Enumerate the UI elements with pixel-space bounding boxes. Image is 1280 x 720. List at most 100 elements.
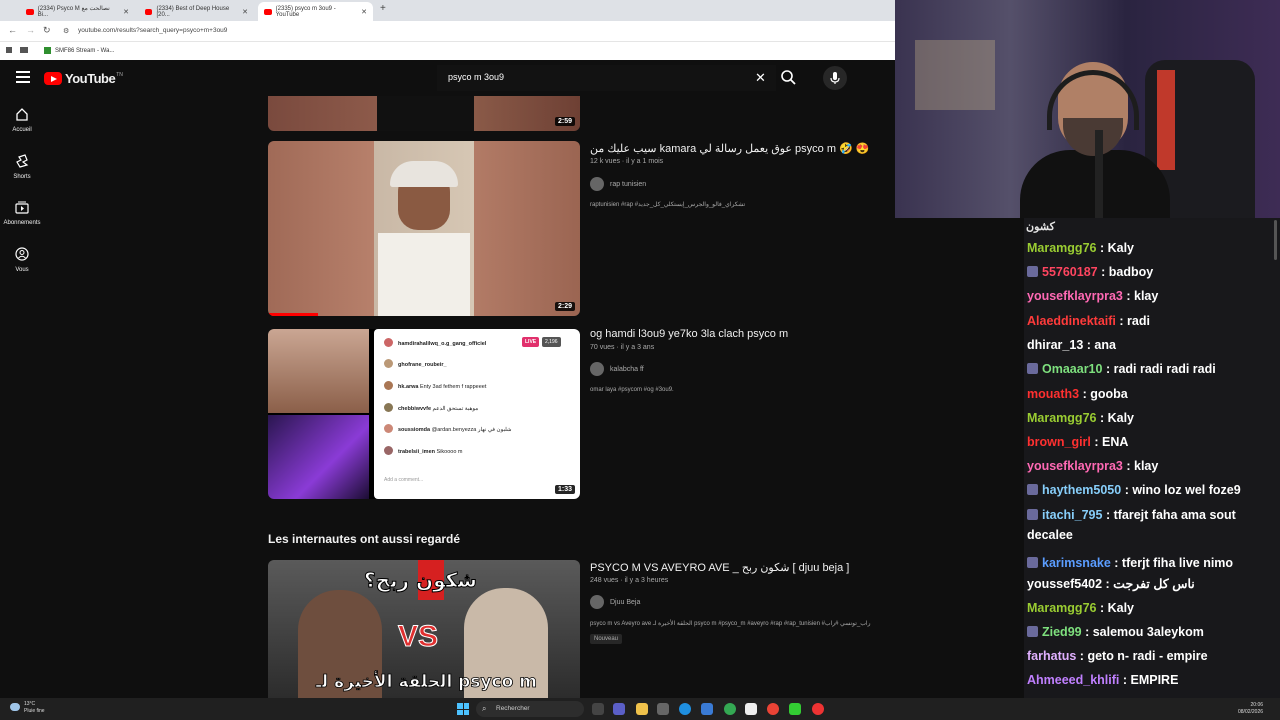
file-explorer-icon[interactable] [636,703,648,715]
chrome-profile-icon[interactable] [767,703,779,715]
comment-row: trabelsii_imen Sikoooo m [384,446,463,455]
sidebar-item-shorts[interactable]: Shorts [0,154,44,180]
chat-text: ENA [1102,435,1129,449]
chrome-icon[interactable] [724,703,736,715]
clear-search-icon[interactable]: ✕ [755,70,766,86]
app-icon[interactable] [812,703,824,715]
app-icon[interactable] [745,703,757,715]
chat-username[interactable]: 55760187 [1042,265,1098,279]
thumbnail-face-bottom [268,415,369,499]
new-tab-button[interactable]: + [380,3,386,14]
chat-message: Ahmeeed_khlifi : EMPIRE [1027,673,1179,687]
close-tab-icon[interactable]: ✕ [242,8,248,16]
channel-name: rap tunisien [610,180,647,188]
chat-username[interactable]: Maramgg76 [1027,241,1096,255]
sidebar-item-subscriptions[interactable]: Abonnements [0,200,44,226]
chat-scrollbar[interactable] [1274,220,1277,260]
edge-icon[interactable] [679,703,691,715]
channel-link[interactable]: Djuu Beja [590,595,640,609]
taskbar-search[interactable]: ⌕ Rechercher [476,701,584,717]
channel-avatar [590,177,604,191]
youtube-logo[interactable]: YouTube TN [44,71,123,86]
search-icon[interactable] [779,69,799,87]
app-icon[interactable] [701,703,713,715]
sidebar-item-home[interactable]: Accueil [0,107,44,133]
video-description: psyco m vs Aveyro ave الحلقة الأخيرة لـ … [590,621,871,627]
video-thumbnail[interactable]: LIVE 2,196 hamdirahalilwq_o.g_gang_offic… [268,329,580,499]
teams-icon[interactable] [613,703,625,715]
system-clock[interactable]: 20:06 08/02/2026 [1238,702,1263,716]
chat-username[interactable]: Maramgg76 [1027,411,1096,425]
chat-message: farhatus : geto n- radi - empire [1027,649,1208,663]
channel-avatar [590,362,604,376]
chat-username[interactable]: youssef5402 [1027,577,1102,591]
chat-text: ana [1094,338,1116,352]
video-title[interactable]: PSYCO M VS AVEYRO AVE _ شكون ربح [ djuu … [590,561,849,574]
close-tab-icon[interactable]: ✕ [123,8,129,16]
chat-username[interactable]: Alaeddinektaifi [1027,314,1116,328]
forward-arrow-icon[interactable]: → [26,25,35,35]
back-arrow-icon[interactable]: ← [8,25,17,35]
app-icon[interactable] [789,703,801,715]
chat-username[interactable]: karimsnake [1042,556,1111,570]
chat-username[interactable]: itachi_795 [1042,508,1102,522]
channel-link[interactable]: rap tunisien [590,177,646,191]
video-thumbnail[interactable]: شكون ربح؟ VS الحلقة الأخيرة لـ psyco m [268,560,580,698]
url-input[interactable]: youtube.com/results?search_query=psyco+m… [78,27,227,34]
video-thumbnail[interactable]: 2:29 [268,141,580,316]
chat-message: Maramgg76 : Kaly [1027,601,1134,615]
video-meta: 12 k vues · il y a 1 mois [590,158,664,165]
chat-username[interactable]: haythem5050 [1042,483,1121,497]
apps-icon[interactable] [6,47,12,53]
sidebar-item-you[interactable]: Vous [0,247,44,273]
chat-username[interactable]: Zied99 [1042,625,1082,639]
video-title[interactable]: og hamdi l3ou9 ye7ko 3la clach psyco m [590,328,788,340]
bookmark-item[interactable]: SMF86 Stream - Wa... [44,47,114,54]
chat-username[interactable]: brown_girl [1027,435,1091,449]
close-tab-icon[interactable]: ✕ [361,8,367,16]
chat-username[interactable]: Ahmeeed_khlifi [1027,673,1119,687]
bookmark-label: SMF86 Stream - Wa... [55,47,115,54]
chat-message: Alaeddinektaifi : radi [1027,314,1150,328]
reload-icon[interactable]: ↻ [43,25,51,36]
comment-row: hk.arwa Enty 3ad fethem f rappeeet [384,381,486,390]
chat-text: Kaly [1107,241,1134,255]
folder-icon[interactable] [20,47,28,53]
logo-text: YouTube [65,71,116,86]
video-title[interactable]: سيب عليك من kamara عوق يعمل رسالة لي psy… [590,142,870,155]
chat-username[interactable]: dhirar_13 [1027,338,1083,352]
chat-message: 55760187 : badboy [1027,262,1267,282]
comment-row: ghofrane_roubeir_ [384,359,447,368]
voice-search-button[interactable] [823,66,847,90]
task-view-icon[interactable] [592,703,604,715]
chat-username[interactable]: farhatus [1027,649,1076,663]
chat-text: ناس كل تفرجت [1113,577,1195,591]
chat-username[interactable]: mouath3 [1027,387,1079,401]
browser-tab-active[interactable]: (2335) psyco m 3ou9 - YouTube ✕ [258,2,373,21]
chat-username[interactable]: Omaaar10 [1042,362,1102,376]
thumbnail-face-top [268,329,369,413]
channel-link[interactable]: kalabcha ff [590,362,644,376]
chat-badge-icon [1027,626,1038,637]
chat-badge-icon [1027,509,1038,520]
chat-text: radi radi radi radi [1113,362,1216,376]
site-info-icon[interactable]: ⚙ [63,27,69,35]
chat-username[interactable]: yousefklayrpra3 [1027,289,1123,303]
comment-row: chebbiwvvfe موهبة تستحق الدعم [384,403,478,412]
video-thumbnail[interactable]: 2:59 [268,96,580,131]
windows-start-icon[interactable] [457,703,469,715]
comments-panel: LIVE 2,196 hamdirahalilwq_o.g_gang_offic… [374,329,580,499]
hamburger-menu-icon[interactable] [16,71,30,83]
chat-message: Zied99 : salemou 3aleykom [1027,622,1267,642]
chat-username[interactable]: yousefklayrpra3 [1027,459,1123,473]
search-box[interactable]: psyco m 3ou9 ✕ [437,65,776,91]
subscriptions-icon [15,201,29,214]
sidebar-item-label: Abonnements [3,220,41,226]
store-icon[interactable] [657,703,669,715]
browser-tab[interactable]: (2334) Best of Deep House [20... ✕ [139,2,254,21]
browser-tab[interactable]: (2334) Psyco M نصالحت مع Bi... ✕ [20,2,135,21]
chat-username[interactable]: Maramgg76 [1027,601,1096,615]
weather-widget[interactable]: 13°C Pluie fine [10,701,45,715]
new-badge: Nouveau [590,634,623,644]
search-input[interactable]: psyco m 3ou9 [448,72,504,82]
